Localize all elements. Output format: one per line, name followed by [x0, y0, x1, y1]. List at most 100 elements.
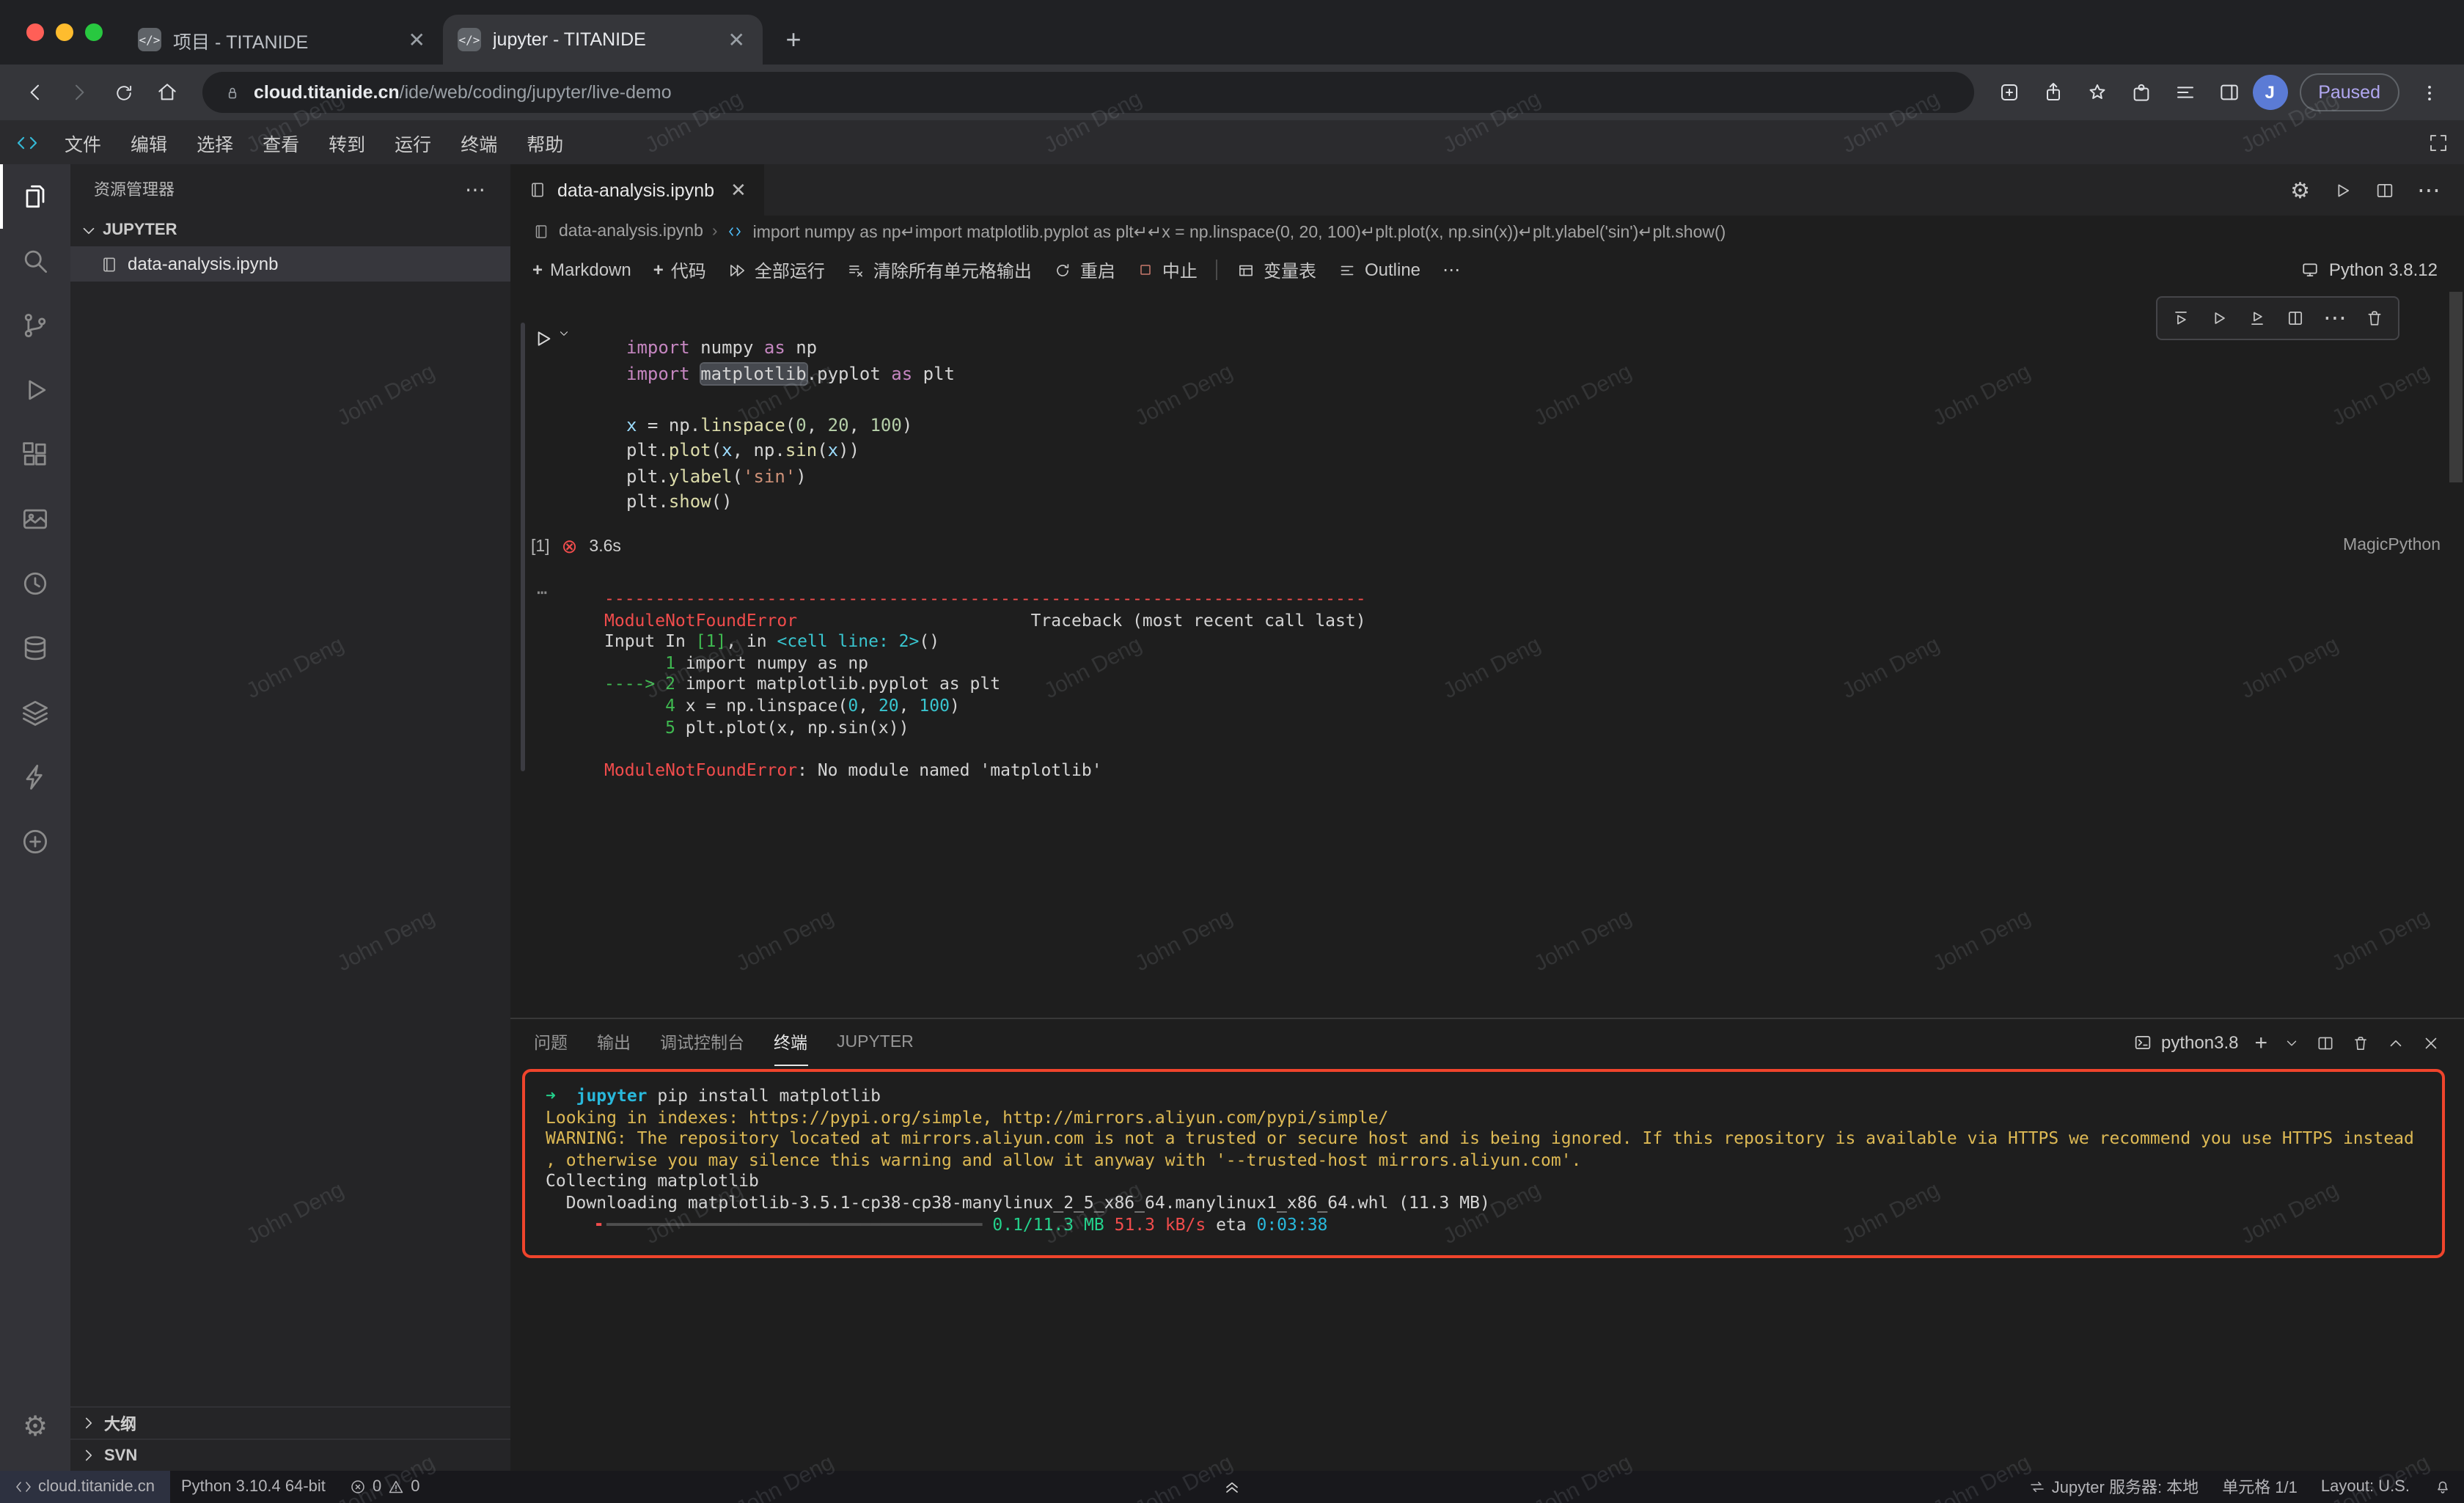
menu-item-terminal[interactable]: 终端 [447, 124, 510, 161]
panel-tab-output[interactable]: 输出 [597, 1019, 631, 1066]
tab-close-icon[interactable]: ✕ [406, 27, 428, 52]
clear-outputs-button[interactable]: 清除所有单元格输出 [837, 251, 1042, 288]
editor-scrollbar[interactable] [2449, 292, 2463, 1018]
menu-item-file[interactable]: 文件 [51, 124, 114, 161]
activity-explorer[interactable] [0, 164, 70, 229]
add-code-button[interactable]: +代码 [643, 251, 716, 288]
restore-panel-button[interactable] [1222, 1471, 1242, 1503]
menu-item-go[interactable]: 转到 [315, 124, 378, 161]
python-interpreter[interactable]: Python 3.10.4 64-bit [169, 1471, 337, 1503]
execute-below-icon[interactable] [2247, 308, 2267, 328]
new-terminal-button[interactable]: + [2254, 1030, 2267, 1055]
tab-close-icon[interactable]: ✕ [725, 27, 748, 52]
editor-more-actions[interactable]: ⋯ [2417, 175, 2441, 205]
activity-settings[interactable]: ⚙ [0, 1394, 70, 1459]
interrupt-button[interactable]: 中止 [1127, 251, 1208, 288]
fullscreen-button[interactable] [2427, 131, 2449, 153]
restart-kernel-button[interactable]: 重启 [1044, 251, 1126, 288]
address-bar[interactable]: cloud.titanide.cn/ide/web/coding/jupyter… [202, 72, 1973, 113]
activity-database[interactable] [0, 616, 70, 680]
toolbar-more-button[interactable]: ⋯ [1432, 254, 1470, 286]
keyboard-layout-indicator[interactable]: Layout: U.S. [2309, 1471, 2421, 1503]
menu-item-edit[interactable]: 编辑 [117, 124, 180, 161]
browser-menu-button[interactable] [2408, 72, 2449, 113]
nav-forward-button[interactable] [59, 72, 100, 113]
paused-status-badge[interactable]: Paused [2299, 73, 2399, 111]
menu-item-help[interactable]: 帮助 [513, 124, 576, 161]
editor-action-run-icon[interactable] [2332, 180, 2353, 200]
panel-tab-terminal[interactable]: 终端 [774, 1019, 807, 1066]
reading-list-button[interactable] [1988, 72, 2029, 113]
browser-tab-project[interactable]: </> 项目 - TITANIDE ✕ [123, 15, 443, 65]
notifications-bell[interactable] [2421, 1471, 2464, 1503]
kill-terminal-icon[interactable] [2351, 1033, 2370, 1052]
menu-list-button[interactable] [2164, 72, 2205, 113]
profile-avatar[interactable]: J [2252, 75, 2287, 110]
kernel-picker[interactable]: Python 3.8.12 [2300, 260, 2452, 280]
panel-tab-debug-console[interactable]: 调试控制台 [660, 1019, 744, 1066]
activity-search[interactable] [0, 229, 70, 293]
share-button[interactable] [2032, 72, 2073, 113]
panel-tab-problems[interactable]: 问题 [534, 1019, 568, 1066]
home-button[interactable] [147, 72, 188, 113]
activity-preview[interactable] [0, 487, 70, 551]
variables-button[interactable]: 变量表 [1227, 251, 1327, 288]
scrollbar-thumb[interactable] [2449, 292, 2463, 482]
activity-apps[interactable] [0, 809, 70, 874]
execute-above-icon[interactable] [2171, 308, 2191, 328]
problems-indicator[interactable]: 0 0 [337, 1471, 432, 1503]
outline-button[interactable]: Outline [1328, 254, 1431, 286]
activity-layers[interactable] [0, 680, 70, 745]
sidebar-section-jupyter[interactable]: JUPYTER [70, 214, 510, 246]
close-window-button[interactable] [26, 23, 44, 41]
breadcrumb-cell[interactable]: import numpy as np↵import matplotlib.pyp… [753, 221, 1726, 242]
run-all-button[interactable]: 全部运行 [718, 251, 835, 288]
browser-tab-jupyter[interactable]: </> jupyter - TITANIDE ✕ [443, 15, 763, 65]
side-panel-button[interactable] [2208, 72, 2249, 113]
menu-item-view[interactable]: 查看 [249, 124, 312, 161]
close-panel-icon[interactable] [2421, 1033, 2441, 1052]
activity-source-control[interactable] [0, 293, 70, 358]
activity-history[interactable] [0, 551, 70, 616]
terminal-dropdown-icon[interactable] [2284, 1035, 2300, 1051]
zoom-window-button[interactable] [85, 23, 103, 41]
language-mode[interactable]: MagicPython [2343, 537, 2441, 554]
cell-more-actions[interactable]: ⋯ [2323, 304, 2347, 333]
new-tab-button[interactable]: + [774, 21, 813, 59]
activity-extensions[interactable] [0, 422, 70, 487]
split-terminal-icon[interactable] [2316, 1033, 2335, 1052]
cell-code-editor[interactable]: import numpy as npimport matplotlib.pypl… [626, 336, 955, 515]
execute-cell-icon[interactable] [2209, 308, 2229, 328]
maximize-panel-icon[interactable] [2386, 1033, 2405, 1052]
bookmark-button[interactable] [2076, 72, 2117, 113]
editor-tab-notebook[interactable]: data-analysis.ipynb ✕ [510, 164, 764, 216]
activity-power[interactable] [0, 745, 70, 809]
extensions-button[interactable] [2120, 72, 2161, 113]
split-cell-icon[interactable] [2285, 308, 2306, 328]
reload-button[interactable] [103, 72, 144, 113]
editor-action-settings[interactable]: ⚙ [2290, 177, 2310, 203]
sidebar-section-svn[interactable]: SVN [70, 1438, 510, 1471]
cell-counter[interactable]: 单元格 1/1 [2210, 1471, 2309, 1503]
jupyter-server-indicator[interactable]: Jupyter 服务器: 本地 [2017, 1471, 2211, 1503]
split-editor-icon[interactable] [2375, 180, 2395, 200]
output-collapse-handle[interactable]: ⋯ [537, 582, 549, 603]
delete-cell-icon[interactable] [2364, 308, 2385, 328]
sidebar-section-outline[interactable]: 大纲 [70, 1406, 510, 1438]
file-item-notebook[interactable]: data-analysis.ipynb [70, 246, 510, 282]
run-cell-button[interactable] [531, 327, 571, 350]
tab-close-icon[interactable]: ✕ [730, 178, 747, 202]
terminal-profile-selector[interactable]: python3.8 [2132, 1032, 2238, 1053]
panel-tab-jupyter[interactable]: JUPYTER [837, 1019, 914, 1066]
menu-item-run[interactable]: 运行 [381, 124, 444, 161]
activity-run-debug[interactable] [0, 358, 70, 422]
add-markdown-button[interactable]: +Markdown [522, 254, 642, 286]
terminal[interactable]: ➜ jupyter pip install matplotlibLooking … [510, 1066, 2464, 1471]
remote-indicator[interactable]: cloud.titanide.cn [0, 1471, 169, 1503]
minimize-window-button[interactable] [56, 23, 73, 41]
menu-item-selection[interactable]: 选择 [183, 124, 246, 161]
nav-back-button[interactable] [15, 72, 56, 113]
breadcrumb-file[interactable]: data-analysis.ipynb [559, 223, 703, 240]
cell-output-traceback: ----------------------------------------… [604, 588, 1366, 781]
sidebar-more-actions[interactable]: ⋯ [465, 177, 487, 202]
